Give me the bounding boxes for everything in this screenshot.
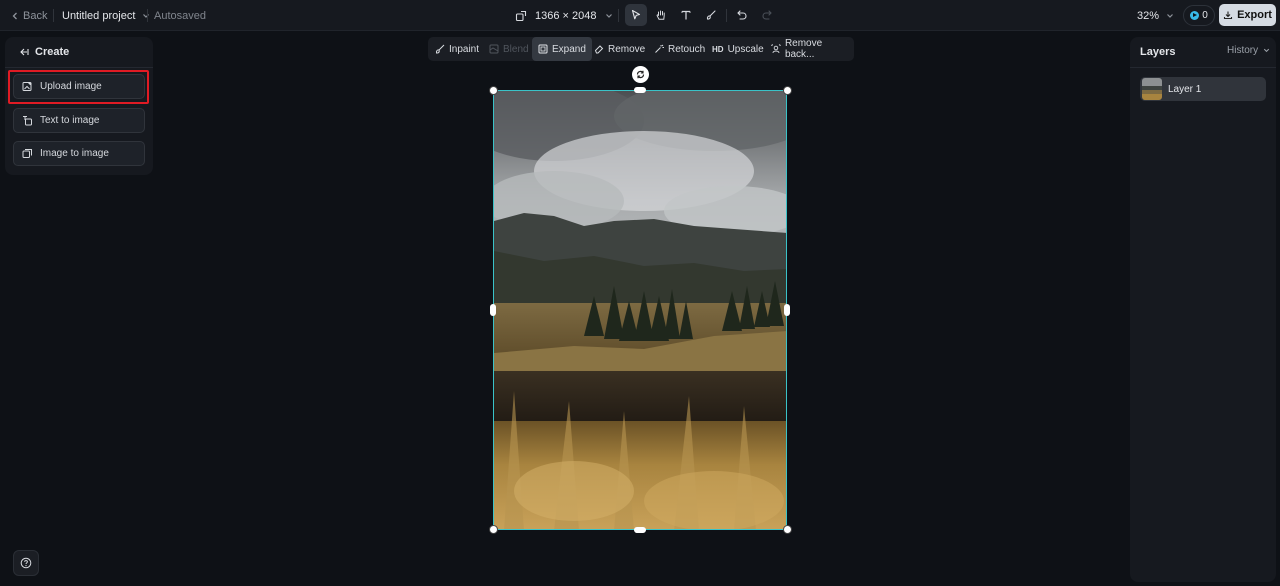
- brush-icon: [706, 10, 716, 20]
- layers-panel: Layers History Layer 1: [1130, 37, 1276, 582]
- zoom-level: 32%: [1137, 9, 1160, 22]
- remove-background-label: Remove back...: [784, 38, 823, 60]
- project-title: Untitled project: [62, 9, 136, 22]
- remove-background-icon: [771, 44, 781, 54]
- resize-icon: [515, 10, 527, 21]
- resize-handle-bottom[interactable]: [634, 527, 646, 533]
- text-to-image-label: Text to image: [40, 115, 100, 126]
- divider: [618, 9, 619, 22]
- remove-background-button[interactable]: Remove back...: [771, 37, 854, 61]
- create-label: Create: [35, 46, 70, 58]
- retouch-button[interactable]: Retouch: [654, 37, 705, 61]
- undo-button[interactable]: [731, 4, 753, 26]
- resize-handle-top-left[interactable]: [489, 86, 498, 95]
- text-to-image-icon: [23, 116, 32, 126]
- image-to-image-button[interactable]: Image to image: [13, 141, 145, 166]
- rotate-icon: [636, 70, 645, 79]
- resize-handle-bottom-right[interactable]: [783, 525, 792, 534]
- project-title-dropdown[interactable]: Untitled project: [62, 0, 151, 31]
- upscale-label: Upscale: [727, 43, 764, 55]
- resize-handle-right[interactable]: [784, 304, 790, 316]
- redo-button[interactable]: [756, 4, 778, 26]
- text-icon: [681, 10, 691, 20]
- back-label: Back: [23, 9, 48, 22]
- text-to-image-button[interactable]: Text to image: [13, 108, 145, 133]
- create-header[interactable]: Create: [19, 45, 69, 59]
- landscape-photo: [494, 91, 786, 529]
- resize-handle-top[interactable]: [634, 87, 646, 93]
- expand-icon: [538, 44, 548, 54]
- layers-tab[interactable]: Layers: [1140, 46, 1175, 58]
- back-button[interactable]: Back: [10, 0, 47, 31]
- hand-icon: [656, 10, 665, 20]
- chevron-down-icon: [606, 13, 613, 18]
- credits-count: 0: [1202, 10, 1208, 21]
- export-button[interactable]: Export: [1219, 4, 1276, 26]
- credit-icon: [1190, 11, 1200, 20]
- history-dropdown[interactable]: History: [1227, 45, 1271, 56]
- upload-image-highlight: [8, 70, 149, 104]
- inpaint-button[interactable]: Inpaint: [435, 37, 479, 61]
- expand-button[interactable]: Expand: [532, 37, 592, 61]
- divider: [726, 9, 727, 22]
- redo-icon: [762, 10, 772, 20]
- history-label: History: [1227, 45, 1259, 56]
- divider: [147, 9, 148, 22]
- top-bar: Back Untitled project Autosaved 1366 × 2…: [0, 0, 1280, 31]
- help-icon: [20, 557, 32, 569]
- blend-button[interactable]: Blend: [489, 37, 529, 61]
- resize-handle-bottom-left[interactable]: [489, 525, 498, 534]
- image-to-image-icon: [22, 149, 32, 158]
- undo-icon: [737, 10, 747, 20]
- autosave-status: Autosaved: [154, 9, 206, 22]
- layer-thumbnail: [1142, 78, 1162, 100]
- text-tool-button[interactable]: [675, 4, 697, 26]
- chevron-down-icon: [1167, 13, 1173, 18]
- divider: [5, 67, 153, 68]
- inpaint-label: Inpaint: [449, 43, 480, 55]
- divider: [1130, 67, 1276, 68]
- divider: [53, 9, 54, 22]
- zoom-dropdown[interactable]: 32%: [1137, 0, 1175, 31]
- retouch-label: Retouch: [668, 43, 706, 55]
- expand-label: Expand: [552, 43, 586, 55]
- remove-button[interactable]: Remove: [594, 37, 645, 61]
- export-label: Export: [1237, 9, 1272, 21]
- hand-tool-button[interactable]: [650, 4, 672, 26]
- hd-icon: HD: [712, 44, 724, 54]
- layer-item[interactable]: Layer 1: [1140, 77, 1266, 101]
- canvas-size: 1366 × 2048: [535, 9, 597, 22]
- blend-label: Blend: [503, 43, 529, 55]
- blend-icon: [489, 44, 499, 54]
- resize-handle-left[interactable]: [490, 304, 496, 316]
- eraser-icon: [594, 45, 604, 54]
- resize-handle-top-right[interactable]: [783, 86, 792, 95]
- canvas-image-layer[interactable]: [493, 90, 787, 530]
- image-to-image-label: Image to image: [40, 148, 109, 159]
- canvas-size-dropdown[interactable]: 1366 × 2048: [515, 0, 614, 31]
- collapse-left-icon: [20, 48, 29, 56]
- layer-name: Layer 1: [1168, 83, 1202, 95]
- help-button[interactable]: [13, 550, 39, 576]
- download-icon: [1224, 11, 1233, 20]
- draw-tool-button[interactable]: [700, 4, 722, 26]
- cursor-arrow-icon: [631, 9, 641, 20]
- remove-label: Remove: [608, 43, 646, 55]
- chevron-left-icon: [12, 12, 17, 19]
- canvas-toolbar: Inpaint Blend Expand Remove Retouch HD U…: [428, 37, 854, 61]
- brush-icon: [435, 44, 445, 54]
- credits-badge[interactable]: 0: [1183, 5, 1215, 26]
- chevron-down-icon: [1263, 48, 1270, 53]
- rotate-handle[interactable]: [632, 66, 649, 83]
- magic-wand-icon: [655, 44, 664, 53]
- upscale-button[interactable]: HD Upscale: [712, 37, 764, 61]
- create-panel: Create Upload image Text to image Image …: [5, 37, 153, 175]
- select-tool-button[interactable]: [625, 4, 647, 26]
